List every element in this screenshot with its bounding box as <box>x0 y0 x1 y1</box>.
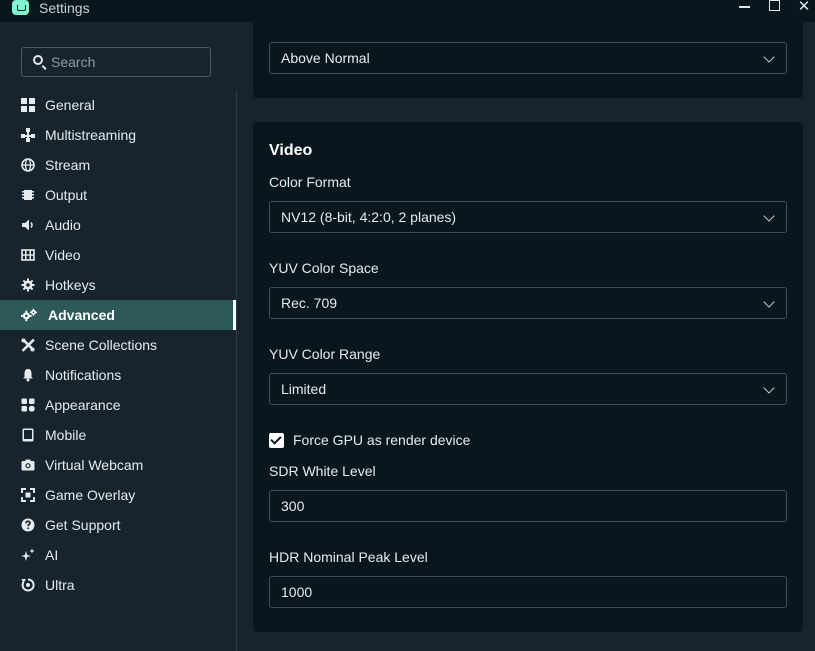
color-format-select[interactable]: NV12 (8-bit, 4:2:0, 2 planes) <box>269 201 787 233</box>
sparkle-icon <box>20 547 36 563</box>
sidebar-item-label: Game Overlay <box>45 487 136 503</box>
sidebar-item-ultra[interactable]: Ultra <box>0 570 236 600</box>
maximize-button[interactable] <box>761 0 787 16</box>
select-value: Limited <box>281 381 327 397</box>
sidebar-item-appearance[interactable]: Appearance <box>0 390 236 420</box>
camera-icon <box>20 457 36 473</box>
yuv-color-range-select[interactable]: Limited <box>269 373 787 405</box>
sidebar-item-game-overlay[interactable]: Game Overlay <box>0 480 236 510</box>
process-priority-select[interactable]: Above Normal <box>269 42 787 74</box>
puzzle-icon <box>20 397 36 413</box>
hdr-nominal-peak-input[interactable] <box>269 576 787 608</box>
minimize-button[interactable] <box>731 0 757 16</box>
globe-icon <box>20 157 36 173</box>
gear-icon <box>20 277 36 293</box>
sidebar-item-ai[interactable]: AI <box>0 540 236 570</box>
sidebar-item-label: Ultra <box>45 577 75 593</box>
sidebar-item-label: Appearance <box>45 397 121 413</box>
sidebar-item-label: Notifications <box>45 367 122 383</box>
select-value: Rec. 709 <box>281 295 338 311</box>
sidebar-item-label: Stream <box>45 157 91 173</box>
sidebar-item-label: Scene Collections <box>45 337 158 353</box>
sidebar-item-audio[interactable]: Audio <box>0 210 236 240</box>
film-icon <box>20 247 36 263</box>
sidebar: General Multistreaming Stream Output Aud… <box>0 22 236 651</box>
grid-icon <box>20 97 36 113</box>
sidebar-item-stream[interactable]: Stream <box>0 150 236 180</box>
sidebar-item-label: Audio <box>45 217 81 233</box>
sidebar-item-output[interactable]: Output <box>0 180 236 210</box>
sidebar-item-label: AI <box>45 547 59 563</box>
select-value: Above Normal <box>281 50 370 66</box>
close-button[interactable]: ✕ <box>791 0 815 16</box>
chip-icon <box>20 187 36 203</box>
video-settings-panel: Video Color Format NV12 (8-bit, 4:2:0, 2… <box>253 122 803 632</box>
sidebar-item-label: Output <box>45 187 88 203</box>
tools-icon <box>20 337 36 353</box>
yuv-color-space-label: YUV Color Space <box>269 260 379 276</box>
sdr-white-level-input[interactable] <box>269 490 787 522</box>
sidebar-item-mobile[interactable]: Mobile <box>0 420 236 450</box>
speaker-icon <box>20 217 36 233</box>
chevron-down-icon <box>763 210 775 222</box>
sidebar-item-label: Multistreaming <box>45 127 137 143</box>
sidebar-item-label: Hotkeys <box>45 277 96 293</box>
chevron-down-icon <box>763 382 775 394</box>
search-input[interactable] <box>51 53 201 71</box>
sidebar-item-label: Video <box>45 247 81 263</box>
sidebar-nav: General Multistreaming Stream Output Aud… <box>0 90 236 600</box>
sidebar-item-scene-collections[interactable]: Scene Collections <box>0 330 236 360</box>
sidebar-item-label: Get Support <box>45 517 121 533</box>
search-icon <box>33 55 43 65</box>
multistream-icon <box>20 127 36 143</box>
overlay-icon <box>20 487 36 503</box>
sidebar-item-label: Advanced <box>48 307 115 323</box>
title-bar: Settings ✕ <box>0 0 815 22</box>
chevron-down-icon <box>763 296 775 308</box>
app-logo-icon <box>12 0 29 15</box>
force-gpu-checkbox[interactable] <box>269 432 284 448</box>
sidebar-item-label: Virtual Webcam <box>45 457 144 473</box>
sidebar-item-multistreaming[interactable]: Multistreaming <box>0 120 236 150</box>
yuv-color-range-label: YUV Color Range <box>269 346 381 362</box>
window-title: Settings <box>39 0 90 16</box>
sidebar-item-notifications[interactable]: Notifications <box>0 360 236 390</box>
bell-icon <box>20 367 36 383</box>
sidebar-item-label: General <box>45 97 95 113</box>
force-gpu-row[interactable]: Force GPU as render device <box>269 432 470 448</box>
select-value: NV12 (8-bit, 4:2:0, 2 planes) <box>281 209 457 225</box>
gears-icon <box>21 307 37 323</box>
yuv-color-space-select[interactable]: Rec. 709 <box>269 287 787 319</box>
sidebar-item-video[interactable]: Video <box>0 240 236 270</box>
tablet-icon <box>20 427 36 443</box>
sidebar-item-label: Mobile <box>45 427 87 443</box>
help-icon <box>20 517 36 533</box>
ultra-icon <box>20 577 36 593</box>
force-gpu-label: Force GPU as render device <box>293 432 471 448</box>
sdr-white-level-label: SDR White Level <box>269 463 376 479</box>
sidebar-item-advanced[interactable]: Advanced <box>0 300 236 330</box>
sidebar-item-general[interactable]: General <box>0 90 236 120</box>
chevron-down-icon <box>763 51 775 63</box>
sidebar-divider <box>236 90 237 651</box>
section-title: Video <box>269 142 313 159</box>
sidebar-item-get-support[interactable]: Get Support <box>0 510 236 540</box>
sidebar-item-hotkeys[interactable]: Hotkeys <box>0 270 236 300</box>
hdr-nominal-peak-label: HDR Nominal Peak Level <box>269 549 428 565</box>
color-format-label: Color Format <box>269 174 351 190</box>
process-priority-panel: Above Normal <box>253 22 803 98</box>
search-box[interactable] <box>21 47 211 77</box>
sidebar-item-virtual-webcam[interactable]: Virtual Webcam <box>0 450 236 480</box>
